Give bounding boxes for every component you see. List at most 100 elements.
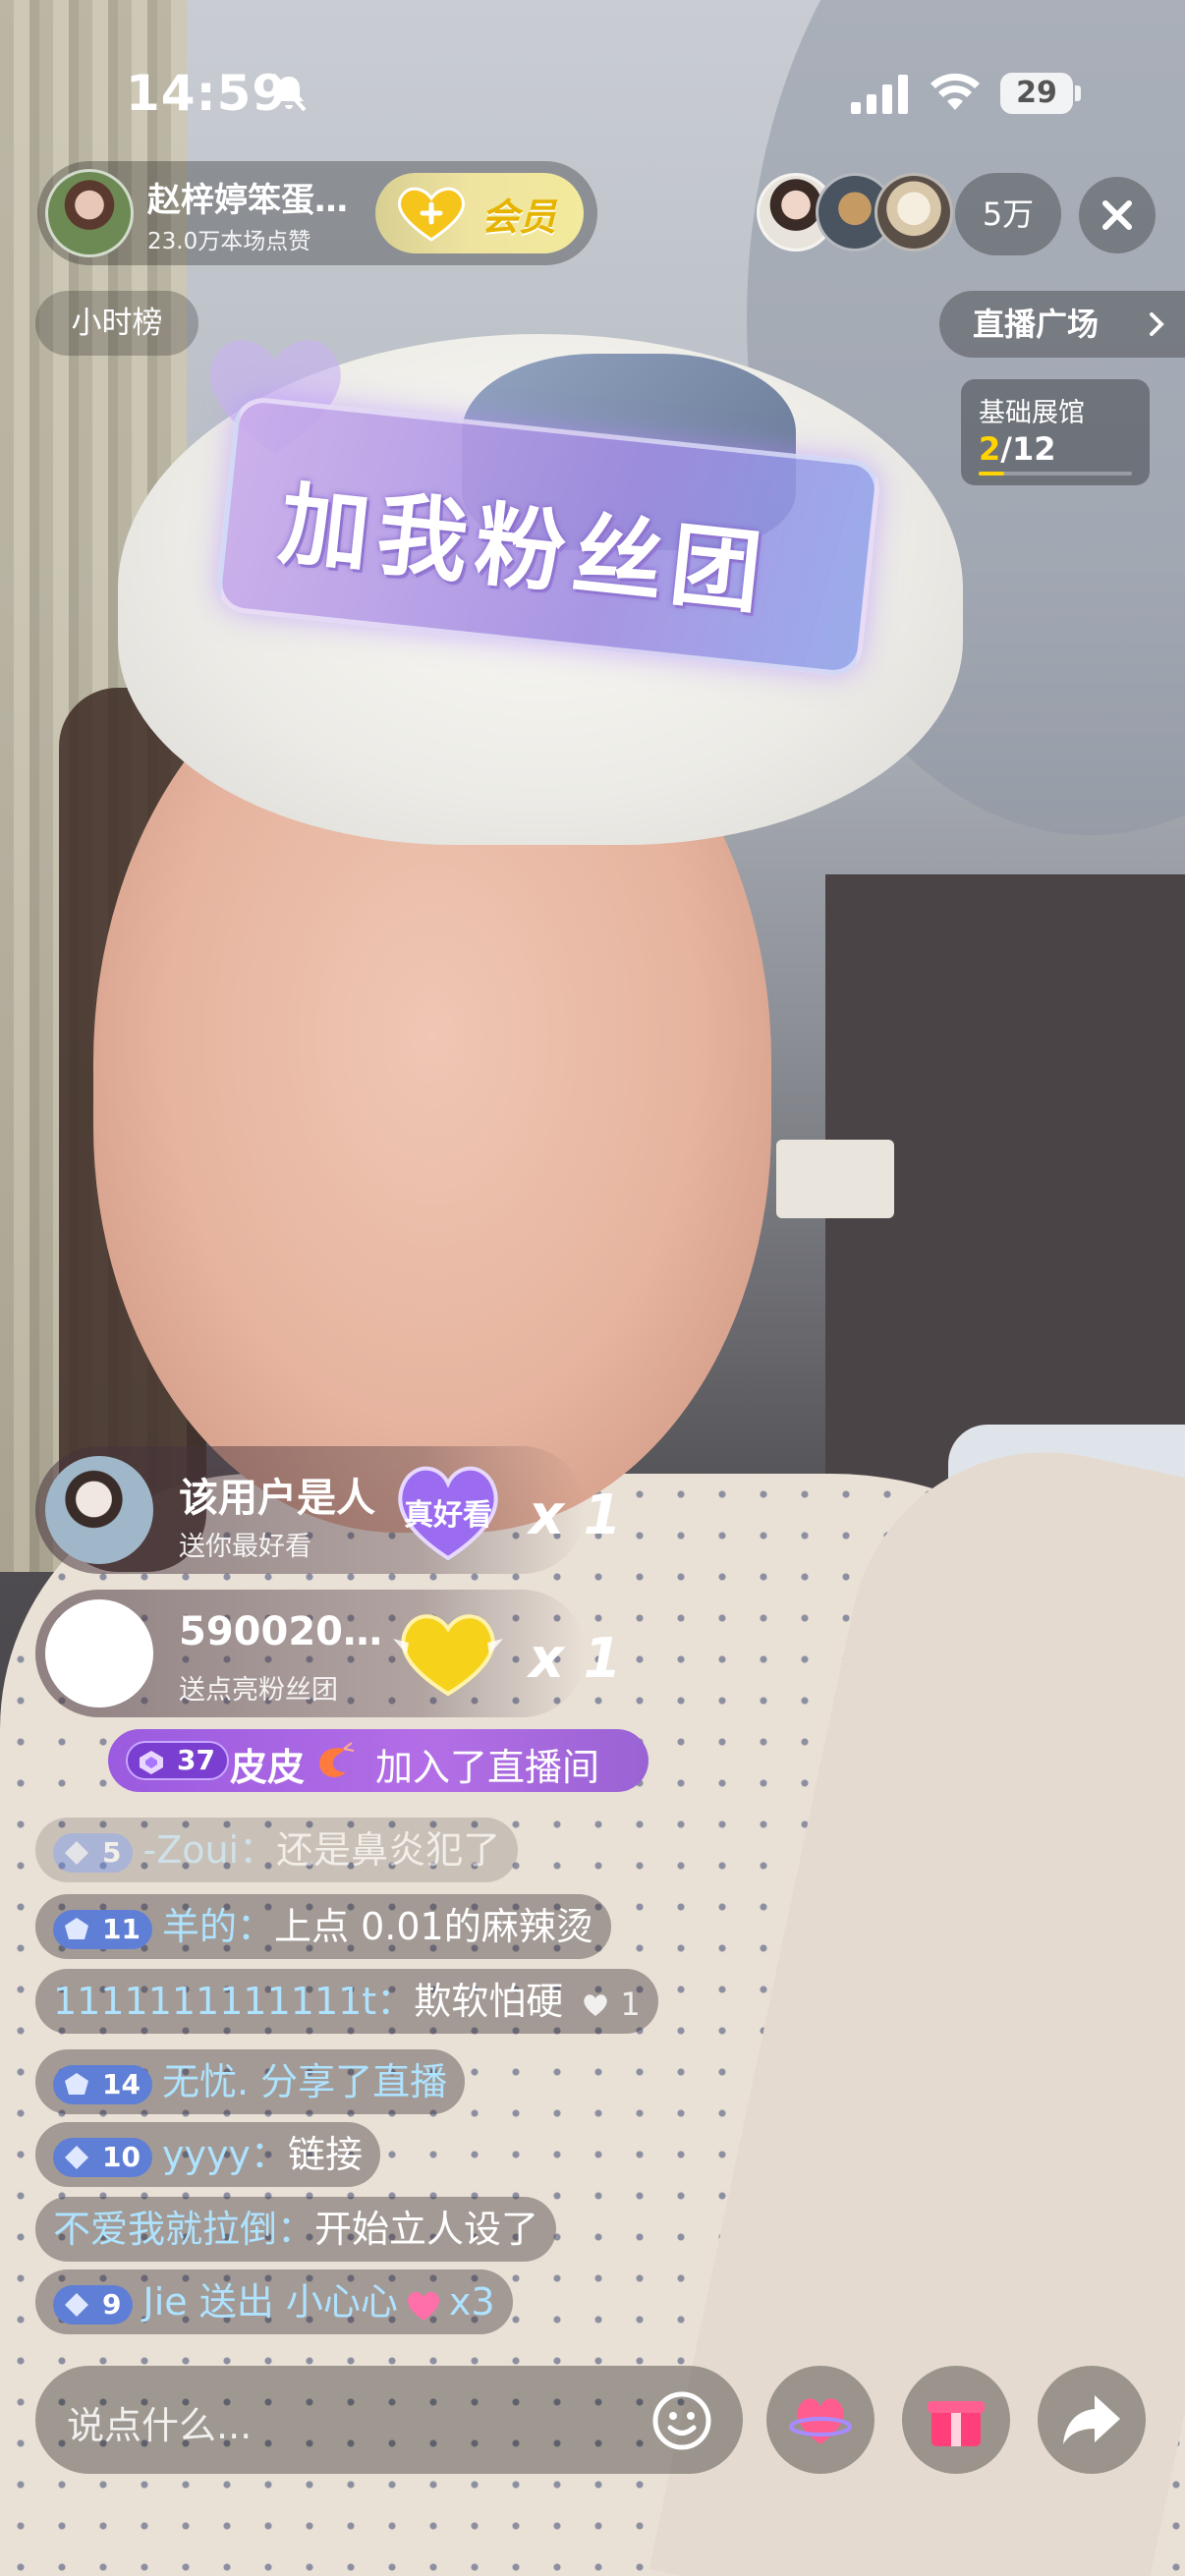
wifi-icon xyxy=(931,73,980,110)
chat-username: -Zoui xyxy=(142,1828,240,1872)
fan-club-text: 加我粉丝团 xyxy=(274,471,774,628)
live-plaza-button[interactable]: 直播广场 xyxy=(939,291,1185,358)
heart-icon xyxy=(584,1993,607,2016)
emoji-icon[interactable] xyxy=(650,2389,713,2452)
shrimp-icon xyxy=(319,1742,354,1777)
chat-username: 羊的 xyxy=(161,1905,237,1948)
chat-username: 无忧. xyxy=(161,2060,250,2103)
level-badge: 9 xyxy=(53,2284,134,2324)
golden-heart-icon xyxy=(393,1614,503,1697)
host-avatar[interactable] xyxy=(45,169,134,257)
gift-action: 送点亮粉丝团 xyxy=(179,1675,338,1706)
comment-placeholder: 说点什么... xyxy=(67,2404,253,2447)
live-plaza-label: 直播广场 xyxy=(973,306,1100,343)
chat-text: 送出 小心心 xyxy=(198,2280,398,2324)
small-heart-icon xyxy=(407,2291,439,2321)
level-gem-icon xyxy=(65,2145,88,2169)
chevron-right-icon xyxy=(1150,312,1164,336)
chat-text: 上点 0.01的麻辣烫 xyxy=(274,1905,593,1948)
chat-message[interactable]: 5 -Zoui：还是鼻炎犯了 xyxy=(35,1818,519,1882)
close-button[interactable] xyxy=(1079,177,1156,253)
level-badge: 10 xyxy=(53,2137,152,2177)
chat-separator: ： xyxy=(250,2133,288,2176)
top-viewers[interactable] xyxy=(757,173,953,255)
chat-text: 开始立人设了 xyxy=(314,2208,539,2251)
battery-tip xyxy=(1075,85,1081,101)
gift-banner[interactable]: 590020… 送点亮粉丝团 x 1 xyxy=(35,1590,622,1717)
chat-text: 欺软怕硬 xyxy=(414,1980,564,2023)
chat-like[interactable]: 1 xyxy=(581,1972,641,2037)
member-label: 会员 xyxy=(481,196,557,239)
level-badge: 14 xyxy=(53,2064,152,2104)
gift-button[interactable] xyxy=(902,2366,1010,2474)
chat-separator: ： xyxy=(239,1828,277,1872)
gallery-title: 基础展馆 xyxy=(979,398,1085,428)
gallery-progress-fill xyxy=(979,472,1004,476)
gallery-progress-bar xyxy=(979,472,1132,476)
chat-message[interactable]: 14 无忧. 分享了直播 xyxy=(35,2049,466,2114)
viewer-avatar[interactable] xyxy=(875,173,953,252)
gift-banner[interactable]: 该用户是人 送你最好看 真好看 x 1 xyxy=(35,1446,622,1574)
level-number: 5 xyxy=(102,1835,122,1869)
level-number: 11 xyxy=(102,1912,141,1945)
chat-separator: ： xyxy=(376,1980,415,2023)
viewer-count[interactable]: 5万 xyxy=(955,173,1061,255)
level-gem-icon xyxy=(65,2292,88,2317)
chat-message[interactable]: 11 羊的：上点 0.01的麻辣烫 xyxy=(35,1894,611,1959)
chat-separator xyxy=(188,2280,199,2324)
host-info[interactable]: 赵梓婷笨蛋… 23.0万本场点赞 会员 xyxy=(37,161,597,265)
join-notice: 37 皮皮 加入了直播间 xyxy=(108,1729,649,1792)
level-badge: 37 xyxy=(126,1741,229,1780)
chat-text: 还是鼻炎犯了 xyxy=(276,1828,501,1872)
chat-separator: ： xyxy=(236,1905,274,1948)
chat-message[interactable]: 1111111111111t：欺软怕硬 1 xyxy=(35,1969,658,2034)
gift-action: 送你最好看 xyxy=(179,1532,311,1562)
cellular-signal-icon xyxy=(851,75,908,114)
level-number: 37 xyxy=(177,1744,215,1776)
chat-text: 分享了直播 xyxy=(260,2060,448,2103)
chat-username: 1111111111111t xyxy=(53,1980,377,2023)
share-button[interactable] xyxy=(1038,2366,1146,2474)
chat-text: 链接 xyxy=(287,2133,363,2176)
heart-true-look-icon: 真好看 xyxy=(398,1466,498,1561)
join-username: 皮皮 xyxy=(230,1746,306,1789)
gift-sender-name: 该用户是人 xyxy=(179,1476,375,1521)
host-likes: 23.0万本场点赞 xyxy=(147,229,311,254)
chat-username: Jie xyxy=(142,2280,188,2324)
gift-caption: 真好看 xyxy=(404,1498,492,1533)
gallery-current: 2 xyxy=(979,430,1001,468)
level-number: 10 xyxy=(102,2140,141,2173)
level-gem-icon xyxy=(65,1917,88,1939)
chat-suffix: x3 xyxy=(448,2280,495,2324)
gift-box-icon xyxy=(928,2401,985,2446)
gallery-task-card[interactable]: 基础展馆 2/12 xyxy=(961,379,1150,485)
member-heart-icon xyxy=(398,187,465,242)
chat-separator: ： xyxy=(277,2208,315,2251)
status-bar: 14:59 29 xyxy=(0,0,1185,187)
gallery-progress: 2/12 xyxy=(979,430,1055,468)
gift-sender-avatar[interactable] xyxy=(45,1456,153,1564)
hourly-rank-button[interactable]: 小时榜 xyxy=(35,291,198,356)
gift-multiplier: x 1 xyxy=(529,1484,622,1547)
chat-message[interactable]: 9 Jie 送出 小心心 x3 xyxy=(35,2269,513,2334)
level-number: 14 xyxy=(102,2067,141,2100)
share-arrow-icon xyxy=(1063,2395,1120,2444)
status-time: 14:59 xyxy=(126,65,288,122)
gift-sender-avatar[interactable] xyxy=(45,1599,153,1708)
level-gem-icon xyxy=(65,2072,88,2095)
level-gem-icon xyxy=(65,1840,88,1865)
level-badge: 11 xyxy=(53,1909,152,1949)
chat-message[interactable]: 不爱我就拉倒：开始立人设了 xyxy=(35,2197,557,2262)
mute-bell-icon xyxy=(271,73,307,112)
member-button[interactable]: 会员 xyxy=(375,173,584,253)
fan-heart-button[interactable] xyxy=(766,2366,875,2474)
comment-input[interactable]: 说点什么... xyxy=(35,2366,743,2474)
level-badge: 5 xyxy=(53,1832,134,1873)
battery-indicator: 29 xyxy=(1000,73,1073,114)
chat-message[interactable]: 10 yyyy：链接 xyxy=(35,2122,380,2187)
chat-separator xyxy=(249,2060,260,2103)
level-gem-icon xyxy=(140,1751,163,1774)
like-count: 1 xyxy=(620,1985,641,2023)
close-icon xyxy=(1102,200,1132,230)
host-name: 赵梓婷笨蛋… xyxy=(147,181,348,220)
